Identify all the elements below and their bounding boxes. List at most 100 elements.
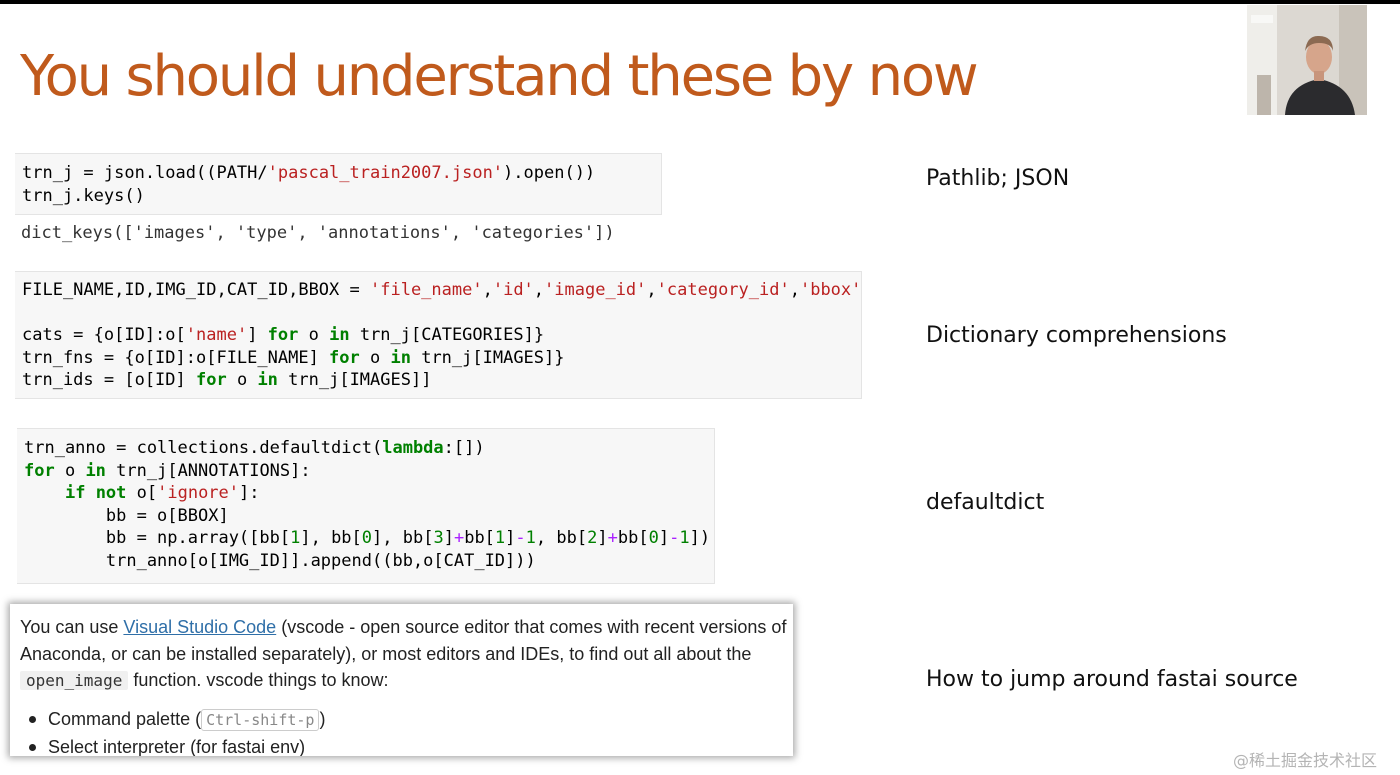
code-token: -	[515, 528, 526, 548]
code-token: +	[453, 528, 465, 548]
visual-studio-code-link[interactable]: Visual Studio Code	[123, 617, 276, 637]
code-token: lambda	[382, 438, 444, 458]
code-token: trn_j = json.load((PATH/	[22, 163, 268, 183]
code-token: for	[329, 347, 360, 368]
code-token: ]	[505, 528, 516, 548]
code-token: bb = o[BBOX]	[24, 505, 229, 526]
code-line: trn_anno = collections.defaultdict(lambd…	[24, 437, 714, 460]
code-token: bb[	[617, 528, 649, 548]
code-token: 1	[679, 528, 690, 548]
code-token: trn_j[ANNOTATIONS]:	[105, 460, 311, 481]
code-token: 'name'	[185, 325, 248, 345]
code-token: 'image_id'	[544, 280, 647, 300]
command-palette-close: )	[319, 708, 326, 729]
code-token: ]	[247, 325, 268, 345]
ctrl-shift-p-kbd: Ctrl-shift-p	[201, 708, 320, 731]
code-token: bb[	[464, 528, 495, 548]
code-token: for	[196, 370, 227, 390]
code-token: for	[24, 460, 55, 481]
slide-title: You should understand these by now	[20, 44, 979, 109]
code-token: ).open())	[503, 163, 596, 183]
code-token: 'ignore'	[157, 483, 240, 503]
watermark: @稀土掘金技术社区	[1233, 751, 1378, 770]
code-token: trn_anno[o[IMG_ID]].append((bb,o[CAT_ID]…	[24, 550, 536, 571]
code-token: in	[257, 370, 278, 390]
code-token: 0	[361, 528, 373, 548]
code-token: 1	[494, 528, 506, 548]
code-token: for	[267, 325, 299, 345]
code-token: :[])	[443, 438, 485, 458]
code-token: trn_anno = collections.defaultdict(	[24, 438, 383, 458]
code-token: 1	[290, 528, 301, 548]
doc-text-intro: You can use	[20, 617, 124, 637]
code-cell-defaultdict[interactable]: trn_anno = collections.defaultdict(lambd…	[17, 428, 715, 584]
code-cell-dict-comprehensions[interactable]: FILE_NAME,ID,IMG_ID,CAT_ID,BBOX = 'file_…	[15, 271, 862, 399]
code-token: ,	[646, 280, 657, 300]
code-token: in	[329, 325, 350, 345]
code-token: ]	[597, 528, 608, 548]
code-token: o	[298, 325, 330, 345]
code-token: o	[226, 370, 258, 390]
doc-paragraph: You can use Visual Studio Code (vscode -…	[20, 614, 793, 695]
code-token: 'pascal_train2007.json'	[267, 163, 504, 183]
code-cell-json-load[interactable]: trn_j = json.load((PATH/'pascal_train200…	[15, 153, 662, 215]
code-token: 1	[525, 528, 536, 548]
code-token: 0	[648, 528, 659, 548]
top-bar	[0, 0, 1400, 4]
code-token: ]	[658, 528, 670, 548]
code-line: trn_ids = [o[ID] for o in trn_j[IMAGES]]	[22, 369, 861, 392]
list-item-command-palette: Command palette (Ctrl-shift-p)	[29, 705, 793, 733]
doc-text-end: function. vscode things to know:	[128, 670, 389, 690]
code-output: dict_keys(['images', 'type', 'annotation…	[21, 223, 615, 243]
code-line: trn_j.keys()	[22, 185, 661, 208]
code-token: , bb[	[535, 528, 588, 548]
code-token: in	[390, 347, 411, 368]
code-line: trn_anno[o[IMG_ID]].append((bb,o[CAT_ID]…	[24, 550, 714, 573]
vscode-doc-excerpt: You can use Visual Studio Code (vscode -…	[10, 604, 793, 756]
code-token: bb = np.array([bb[	[24, 528, 291, 548]
code-token: if	[64, 483, 86, 503]
code-token: 'category_id'	[656, 280, 790, 300]
code-line: if not o['ignore']:	[24, 482, 714, 505]
code-token: trn_fns = {o[ID]:o[FILE_NAME]	[22, 347, 330, 368]
code-token: in	[85, 460, 106, 481]
code-token: trn_j[CATEGORIES]}	[349, 325, 545, 345]
label-pathlib-json: Pathlib; JSON	[926, 166, 1070, 191]
code-token: o	[54, 460, 86, 481]
code-line: bb = o[BBOX]	[24, 505, 714, 528]
presenter-silhouette-image	[1247, 5, 1367, 115]
code-token: trn_j[IMAGES]}	[410, 347, 565, 368]
open-image-code: open_image	[20, 671, 129, 690]
label-jump-fastai-source: How to jump around fastai source	[926, 667, 1298, 692]
code-token: o[	[126, 483, 158, 503]
code-token: ], bb[	[372, 528, 434, 548]
code-token: o	[359, 347, 391, 368]
code-line: bb = np.array([bb[1], bb[0], bb[3]+bb[1]…	[24, 527, 714, 550]
code-token: ], bb[	[300, 528, 362, 548]
code-token: 2	[587, 528, 598, 548]
webcam-video	[1247, 5, 1367, 115]
code-line: cats = {o[ID]:o['name'] for o in trn_j[C…	[22, 324, 861, 347]
label-defaultdict: defaultdict	[926, 490, 1045, 515]
code-token: 'id'	[492, 280, 534, 300]
code-token: trn_j[IMAGES]]	[277, 370, 432, 390]
code-token: 3	[433, 528, 444, 548]
code-token: trn_ids = [o[ID]	[22, 370, 196, 390]
code-token: 'file_name'	[370, 280, 483, 300]
vscode-tips-list: Command palette (Ctrl-shift-p) Select in…	[20, 705, 793, 756]
code-token: 'bbox'	[799, 280, 862, 300]
code-token: +	[607, 528, 618, 548]
code-line: trn_j = json.load((PATH/'pascal_train200…	[22, 162, 661, 185]
list-item-select-interpreter: Select interpreter (for fastai env)	[29, 733, 793, 756]
code-line: trn_fns = {o[ID]:o[FILE_NAME] for o in t…	[22, 347, 861, 370]
code-token: -	[669, 528, 680, 548]
label-dictionary-comprehensions: Dictionary comprehensions	[926, 323, 1227, 348]
code-token: cats = {o[ID]:o[	[22, 325, 186, 345]
code-token: ,	[533, 280, 545, 300]
code-token: not	[95, 483, 127, 503]
code-token: ]	[443, 528, 454, 548]
code-line: for o in trn_j[ANNOTATIONS]:	[24, 460, 714, 483]
